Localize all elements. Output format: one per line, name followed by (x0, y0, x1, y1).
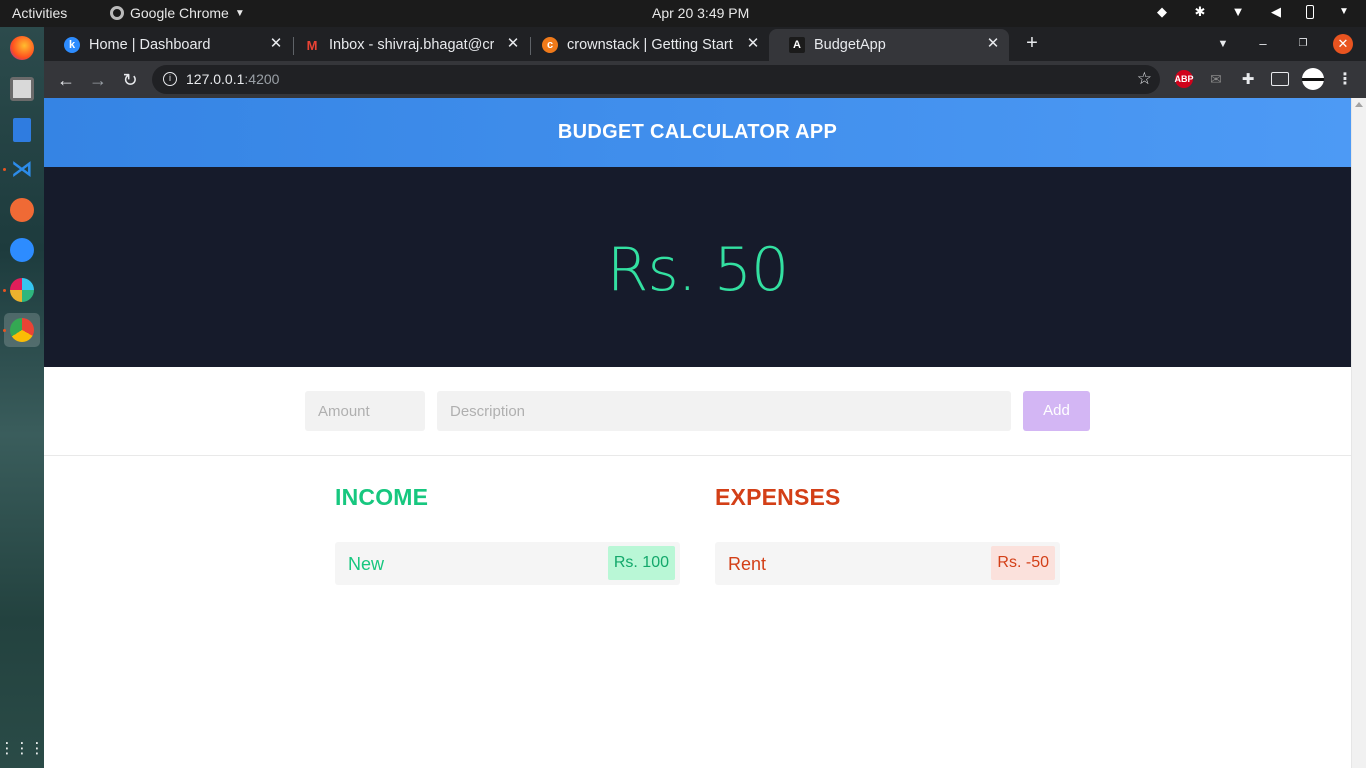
battery-icon[interactable] (1306, 5, 1314, 19)
close-icon[interactable]: ✕ (505, 36, 521, 52)
close-window-button[interactable]: ✕ (1333, 34, 1353, 54)
page-viewport: BUDGET CALCULATOR APP Rs. 50 Add INCOME … (44, 98, 1366, 768)
firefox-icon[interactable] (10, 36, 34, 60)
volume-icon[interactable]: ◀ (1268, 4, 1284, 20)
add-button[interactable]: Add (1023, 391, 1090, 431)
crownstack-favicon-icon: c (542, 37, 558, 53)
add-entry-form: Add (44, 367, 1351, 456)
vscode-icon[interactable]: ⋊ (10, 156, 34, 181)
tab-title: Inbox - shivraj.bhagat@cr (329, 37, 495, 53)
zoom-icon[interactable] (10, 238, 34, 262)
dock: ⋊ ⋮⋮⋮ (0, 27, 45, 768)
adblock-plus-icon[interactable]: ABP (1175, 70, 1194, 88)
running-indicator (3, 289, 6, 292)
activities-button[interactable]: Activities (12, 5, 67, 21)
scroll-up-arrow-icon[interactable] (1355, 102, 1363, 107)
tab-strip: k Home | Dashboard ✕ M Inbox - shivraj.b… (44, 27, 1366, 61)
tab-title: crownstack | Getting Start (567, 37, 733, 53)
minimize-button[interactable]: – (1253, 34, 1273, 54)
system-tray[interactable]: ◆ ✱ ▼ ◀ ▼ (1154, 4, 1352, 20)
total-balance: Rs. 50 (606, 235, 789, 305)
cast-icon[interactable] (1271, 72, 1289, 86)
chevron-down-icon: ▼ (234, 7, 245, 19)
expense-item[interactable]: Rent Rs. -50 (715, 542, 1060, 585)
expense-item-description: Rent (728, 554, 767, 574)
extensions-puzzle-icon[interactable]: ✚ (1239, 70, 1257, 88)
expenses-title: EXPENSES (715, 484, 841, 510)
income-title: INCOME (335, 484, 429, 510)
bookmark-star-icon[interactable]: ☆ (1137, 69, 1152, 89)
expense-item-amount: Rs. -50 (991, 546, 1055, 580)
balance-panel: Rs. 50 (44, 167, 1351, 367)
description-input[interactable] (437, 391, 1011, 431)
back-button[interactable]: ← (55, 69, 77, 91)
new-tab-button[interactable]: + (1022, 33, 1042, 53)
income-item-amount: Rs. 100 (607, 546, 675, 580)
tab-title: BudgetApp (814, 37, 886, 53)
postman-icon[interactable] (10, 198, 34, 222)
system-menu-chevron-icon[interactable]: ▼ (1336, 4, 1352, 20)
income-column: INCOME New Rs. 100 (335, 484, 680, 585)
browser-toolbar: ← → ↻ i 127.0.0.1:4200 ☆ ABP ✉ ✚ ⋮ (44, 61, 1366, 98)
files-icon[interactable] (10, 77, 34, 101)
slack-icon[interactable] (10, 278, 34, 302)
forward-button[interactable]: → (87, 69, 109, 91)
maximize-button[interactable]: ❐ (1293, 34, 1313, 54)
tab-budgetapp[interactable]: A BudgetApp ✕ (769, 29, 1009, 61)
reload-button[interactable]: ↻ (119, 69, 141, 91)
app-header: BUDGET CALCULATOR APP (44, 98, 1351, 167)
site-info-icon[interactable]: i (163, 72, 177, 86)
slack-tray-icon[interactable]: ✱ (1192, 4, 1208, 20)
amount-input[interactable] (305, 391, 425, 431)
gmail-icon: M (306, 37, 318, 53)
system-top-bar: Activities Google Chrome ▼ Apr 20 3:49 P… (0, 0, 1366, 27)
tab-title: Home | Dashboard (89, 37, 211, 53)
running-indicator (3, 329, 6, 332)
clock[interactable]: Apr 20 3:49 PM (652, 5, 749, 21)
income-item-description: New (348, 554, 385, 574)
wifi-icon[interactable]: ▼ (1230, 4, 1246, 20)
app-menu-label: Google Chrome (130, 5, 229, 21)
k-favicon-icon: k (64, 37, 80, 53)
address-bar[interactable]: i 127.0.0.1:4200 ☆ (152, 65, 1160, 94)
tab-gmail[interactable]: M Inbox - shivraj.bhagat@cr ✕ (284, 29, 529, 61)
running-indicator (3, 168, 6, 171)
vertical-scrollbar[interactable] (1351, 98, 1366, 768)
profile-avatar[interactable] (1302, 68, 1324, 90)
chrome-small-icon (110, 6, 124, 20)
expenses-column: EXPENSES Rent Rs. -50 (715, 484, 1060, 585)
diamond-app-icon[interactable]: ◆ (1154, 4, 1170, 20)
close-icon[interactable]: ✕ (745, 36, 761, 52)
tab-crownstack[interactable]: c crownstack | Getting Start ✕ (522, 29, 769, 61)
show-applications-icon[interactable]: ⋮⋮⋮ (0, 736, 45, 760)
tab-search-icon[interactable]: ▼ (1213, 34, 1233, 54)
url-text[interactable]: 127.0.0.1:4200 (186, 71, 279, 87)
tab-dashboard[interactable]: k Home | Dashboard ✕ (44, 29, 292, 61)
close-icon[interactable]: ✕ (985, 36, 1001, 52)
chrome-menu-icon[interactable]: ⋮ (1336, 70, 1354, 88)
docs-icon[interactable] (13, 118, 31, 142)
app-menu[interactable]: Google Chrome ▼ (110, 5, 245, 21)
url-port: :4200 (244, 71, 280, 87)
angular-favicon-icon: A (789, 37, 805, 53)
chrome-icon[interactable] (10, 318, 34, 342)
url-host: 127.0.0.1 (186, 71, 245, 87)
income-item[interactable]: New Rs. 100 (335, 542, 680, 585)
mail-extension-icon[interactable]: ✉ (1207, 70, 1225, 88)
close-icon[interactable]: ✕ (268, 36, 284, 52)
